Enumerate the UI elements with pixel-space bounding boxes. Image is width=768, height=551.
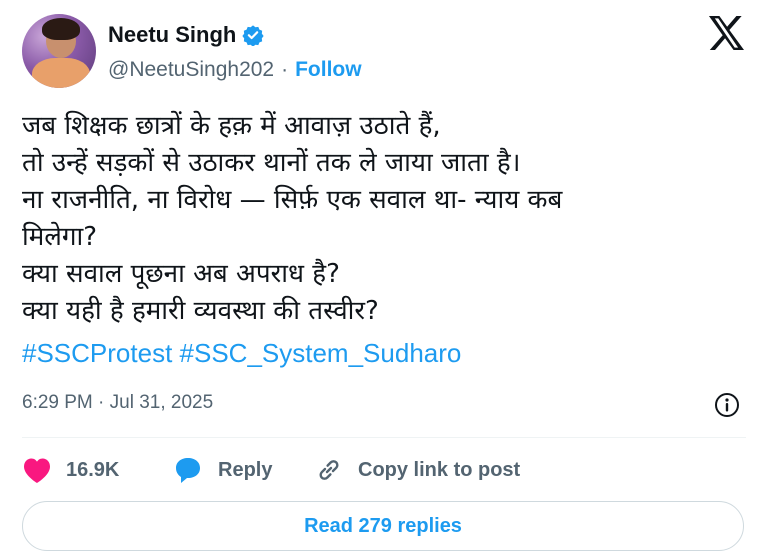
reply-label: Reply [218, 458, 273, 481]
hashtag-link[interactable]: #SSC_System_Sudharo [180, 338, 462, 368]
verified-badge-icon [242, 25, 264, 46]
reply-bubble-icon [176, 458, 200, 483]
tweet-text: जब शिक्षक छात्रों के हक़ में आवाज़ उठाते… [22, 108, 742, 330]
tweet-text-line: क्या सवाल पूछना अब अपराध है? [22, 259, 340, 289]
follow-button[interactable]: Follow [295, 58, 362, 82]
avatar-body-shape [32, 58, 90, 88]
author-name[interactable]: Neetu Singh [108, 22, 236, 48]
avatar[interactable] [22, 14, 96, 88]
hashtags: #SSCProtest #SSC_System_Sudharo [22, 338, 461, 369]
avatar-hair-shape [42, 18, 80, 40]
tweet-text-line: मिलेगा? [22, 222, 98, 252]
action-bar: 16.9K Reply Copy link to post [22, 452, 742, 488]
heart-icon [24, 458, 50, 483]
info-icon[interactable] [714, 392, 740, 418]
link-icon [319, 460, 339, 480]
copy-link-label: Copy link to post [358, 458, 521, 481]
tweet-text-line: क्या यही है हमारी व्यवस्था की तस्वीर? [22, 296, 379, 326]
tweet-text-line: ना राजनीति, ना विरोध — सिर्फ़ एक सवाल था… [22, 185, 563, 215]
reply-button[interactable]: Reply [172, 452, 272, 488]
like-count: 16.9K [66, 458, 120, 481]
divider [22, 437, 746, 438]
x-logo-icon[interactable] [707, 15, 745, 51]
like-button[interactable]: 16.9K [22, 452, 119, 488]
author-name-row: Neetu Singh [108, 22, 264, 48]
tweet-card: Neetu Singh @NeetuSingh202 · Follow जब श… [0, 0, 768, 551]
copy-link-button[interactable]: Copy link to post [314, 452, 520, 488]
timestamp[interactable]: 6:29 PM · Jul 31, 2025 [22, 392, 213, 414]
tweet-text-line: जब शिक्षक छात्रों के हक़ में आवाज़ उठाते… [22, 111, 441, 141]
author-handle-row: @NeetuSingh202 · Follow [108, 58, 362, 82]
read-replies-button[interactable]: Read 279 replies [22, 501, 744, 551]
author-handle[interactable]: @NeetuSingh202 [108, 58, 274, 82]
hashtag-link[interactable]: #SSCProtest [22, 338, 172, 368]
tweet-text-line: तो उन्हें सड़कों से उठाकर थानों तक ले जा… [22, 148, 521, 178]
separator-dot: · [281, 58, 289, 81]
